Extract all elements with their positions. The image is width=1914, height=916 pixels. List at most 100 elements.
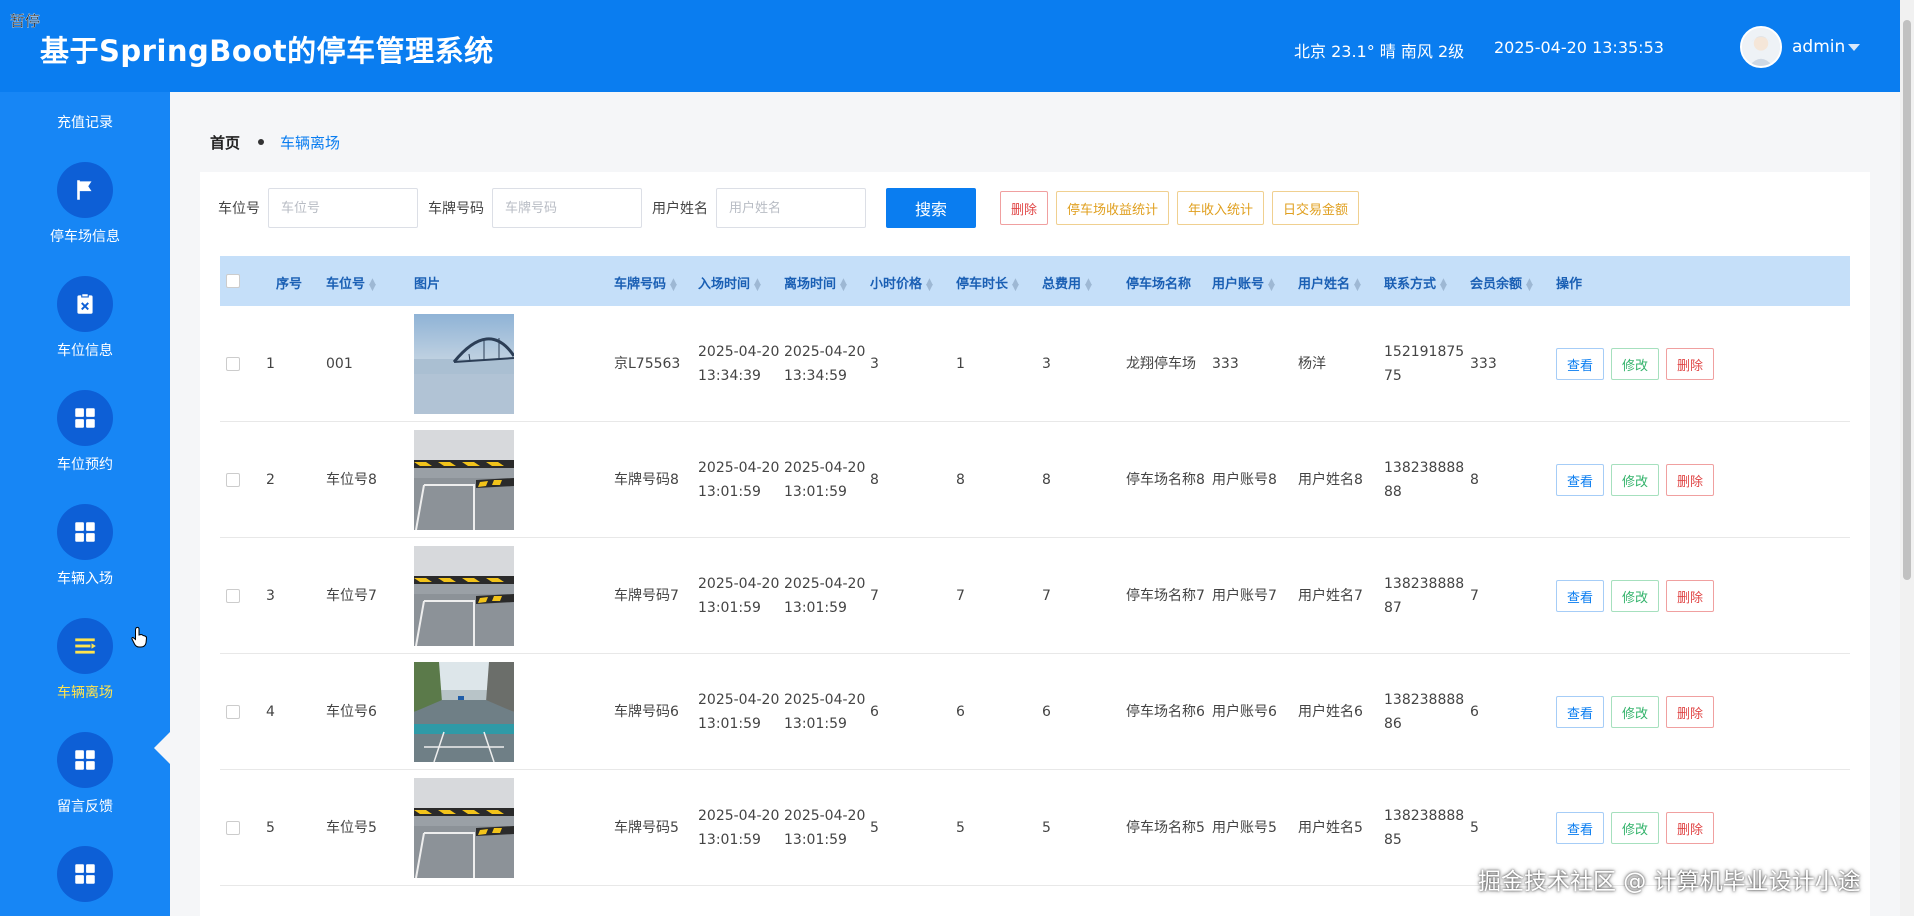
- list-icon: [57, 618, 113, 674]
- delete-button[interactable]: 删除: [1666, 348, 1715, 380]
- vehicle-photo[interactable]: [414, 430, 514, 530]
- delete-button[interactable]: 删除: [1666, 464, 1715, 496]
- view-button[interactable]: 查看: [1556, 580, 1605, 612]
- cell-phone-line2: 85: [1384, 832, 1402, 848]
- row-checkbox[interactable]: [226, 473, 240, 487]
- cell-entry-time: 13:01:59: [698, 484, 761, 500]
- table-row[interactable]: 4 车位号6 车牌号码6 2025-04-20 13:01:59 2025-04-20 13…: [220, 654, 1850, 770]
- plate-input[interactable]: [492, 188, 642, 228]
- view-button[interactable]: 查看: [1556, 696, 1605, 728]
- cell-space: 车位号7: [326, 588, 377, 604]
- table-body: 1 001 京L75563 2025-04-20 13:34:39 2025-04-20 1…: [220, 306, 1850, 886]
- cell-account: 用户账号7: [1212, 588, 1277, 604]
- space-no-input[interactable]: [268, 188, 418, 228]
- lot-revenue-stats-button[interactable]: 停车场收益统计: [1056, 191, 1170, 225]
- view-button[interactable]: 查看: [1556, 812, 1605, 844]
- cell-lot-name: 停车场名称5: [1126, 820, 1205, 836]
- sort-icon: ▲ ▼: [670, 276, 677, 293]
- col-entry-time[interactable]: 入场时间 ▲ ▼: [698, 273, 761, 292]
- annual-revenue-button[interactable]: 年收入统计: [1177, 191, 1265, 225]
- col-hour-price[interactable]: 小时价格 ▲ ▼: [870, 273, 933, 292]
- col-lot-name: 停车场名称: [1126, 277, 1192, 292]
- cell-phone-line1: 138238888: [1384, 692, 1465, 708]
- cell-account: 用户账号5: [1212, 820, 1277, 836]
- sidebar-item-more[interactable]: [0, 846, 170, 916]
- cell-account: 用户账号8: [1212, 472, 1277, 488]
- col-total[interactable]: 总费用 ▲ ▼: [1042, 273, 1092, 292]
- col-user-name[interactable]: 用户姓名 ▲ ▼: [1298, 273, 1361, 292]
- delete-button[interactable]: 删除: [1666, 580, 1715, 612]
- batch-delete-button[interactable]: 删除: [1000, 191, 1049, 225]
- delete-button[interactable]: 删除: [1666, 696, 1715, 728]
- col-image: 图片: [414, 277, 441, 292]
- sort-icon: ▲ ▼: [1354, 276, 1361, 293]
- breadcrumb-home[interactable]: 首页: [210, 134, 240, 152]
- sidebar-item-feedback[interactable]: 留言反馈: [0, 732, 170, 842]
- cell-balance: 7: [1470, 588, 1479, 604]
- cell-phone-line2: 87: [1384, 600, 1402, 616]
- page-scrollbar[interactable]: [1900, 0, 1914, 916]
- cell-hour-price: 6: [870, 704, 879, 720]
- sidebar-item-vehicle-entry[interactable]: 车辆入场: [0, 504, 170, 614]
- row-checkbox[interactable]: [226, 589, 240, 603]
- user-name-input[interactable]: [716, 188, 866, 228]
- table-row[interactable]: 3 车位号7 车牌号码7 2025-04-20 13:01:59 2025-04-20 13…: [220, 538, 1850, 654]
- col-balance[interactable]: 会员余额 ▲ ▼: [1470, 273, 1533, 292]
- edit-button[interactable]: 修改: [1611, 464, 1660, 496]
- cell-total: 5: [1042, 820, 1051, 836]
- cell-total: 7: [1042, 588, 1051, 604]
- cell-duration: 7: [956, 588, 965, 604]
- col-plate[interactable]: 车牌号码 ▲ ▼: [614, 273, 677, 292]
- view-button[interactable]: 查看: [1556, 464, 1605, 496]
- cell-no: 4: [266, 704, 275, 720]
- cell-duration: 5: [956, 820, 965, 836]
- row-checkbox[interactable]: [226, 821, 240, 835]
- clipboard-x-icon: [57, 276, 113, 332]
- app-title: 基于SpringBoot的停车管理系统: [40, 34, 494, 68]
- table-row[interactable]: 1 001 京L75563 2025-04-20 13:34:39 2025-04-20 1…: [220, 306, 1850, 422]
- row-checkbox[interactable]: [226, 357, 240, 371]
- sidebar-item-space-info[interactable]: 车位信息: [0, 276, 170, 386]
- cell-lot-name: 停车场名称6: [1126, 704, 1205, 720]
- cell-hour-price: 8: [870, 472, 879, 488]
- sidebar-item-lot-info[interactable]: 停车场信息: [0, 162, 170, 272]
- cell-entry-date: 2025-04-20: [698, 460, 780, 476]
- avatar[interactable]: [1740, 26, 1782, 68]
- edit-button[interactable]: 修改: [1611, 812, 1660, 844]
- user-menu[interactable]: admin: [1792, 37, 1845, 57]
- cell-exit-time: 13:01:59: [784, 600, 847, 616]
- flag-icon: [57, 162, 113, 218]
- row-checkbox[interactable]: [226, 705, 240, 719]
- edit-button[interactable]: 修改: [1611, 348, 1660, 380]
- daily-transaction-button[interactable]: 日交易金额: [1272, 191, 1360, 225]
- edit-button[interactable]: 修改: [1611, 580, 1660, 612]
- cell-phone-line1: 138238888: [1384, 576, 1465, 592]
- cell-hour-price: 7: [870, 588, 879, 604]
- col-actions: 操作: [1556, 277, 1583, 292]
- vehicle-photo[interactable]: [414, 546, 514, 646]
- delete-button[interactable]: 删除: [1666, 812, 1715, 844]
- search-button[interactable]: 搜索: [886, 188, 976, 228]
- vehicle-photo[interactable]: [414, 778, 514, 878]
- grid-icon: [57, 846, 113, 902]
- scrollbar-thumb[interactable]: [1903, 20, 1911, 580]
- col-phone[interactable]: 联系方式 ▲ ▼: [1384, 273, 1447, 292]
- col-exit-time[interactable]: 离场时间 ▲ ▼: [784, 273, 847, 292]
- edit-button[interactable]: 修改: [1611, 696, 1660, 728]
- select-all-checkbox[interactable]: [226, 274, 240, 288]
- col-account[interactable]: 用户账号 ▲ ▼: [1212, 273, 1275, 292]
- cell-phone-line2: 75: [1384, 368, 1402, 384]
- sort-icon: ▲ ▼: [1085, 276, 1092, 293]
- cell-hour-price: 3: [870, 356, 879, 372]
- sidebar-item-recharge[interactable]: 充值记录: [0, 112, 170, 132]
- table-row[interactable]: 2 车位号8 车牌号码8 2025-04-20 13:01:59 2025-04-20 13…: [220, 422, 1850, 538]
- sidebar-item-space-reservation[interactable]: 车位预约: [0, 390, 170, 500]
- header-datetime: 2025-04-20 13:35:53: [1494, 38, 1664, 57]
- col-duration[interactable]: 停车时长 ▲ ▼: [956, 273, 1019, 292]
- view-button[interactable]: 查看: [1556, 348, 1605, 380]
- col-space[interactable]: 车位号 ▲ ▼: [326, 273, 376, 292]
- vehicle-photo[interactable]: [414, 314, 514, 414]
- cell-balance: 333: [1470, 356, 1497, 372]
- chevron-down-icon[interactable]: [1848, 44, 1860, 51]
- vehicle-photo[interactable]: [414, 662, 514, 762]
